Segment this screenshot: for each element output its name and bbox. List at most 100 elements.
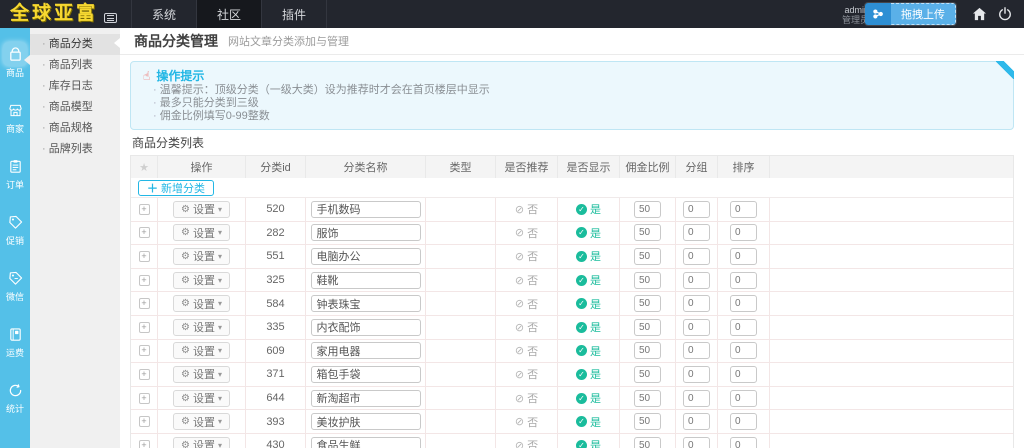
submenu-item-goods-model[interactable]: 商品模型 <box>30 97 120 118</box>
not-recommended-icon[interactable]: ⊘ <box>515 439 524 448</box>
not-recommended-icon[interactable]: ⊘ <box>515 392 524 405</box>
sort-input[interactable] <box>730 295 757 313</box>
settings-dropdown-button[interactable]: ⚙ 设置 ▾ <box>173 365 230 383</box>
sort-input[interactable] <box>730 389 757 407</box>
not-recommended-icon[interactable]: ⊘ <box>515 368 524 381</box>
commission-input[interactable] <box>634 389 661 407</box>
sidebar-item-merchants[interactable]: 商家 <box>0 88 30 144</box>
home-icon[interactable] <box>966 0 992 28</box>
sort-input[interactable] <box>730 200 757 218</box>
visible-check-icon[interactable]: ✓ <box>576 203 587 215</box>
submenu-item-category[interactable]: 商品分类 <box>30 34 120 55</box>
submenu-item-stock-log[interactable]: 库存日志 <box>30 76 120 97</box>
commission-input[interactable] <box>634 413 661 431</box>
category-name-input[interactable] <box>310 436 421 448</box>
expand-row-button[interactable]: + <box>138 345 150 357</box>
nav-item-plugins[interactable]: 插件 <box>261 0 328 28</box>
settings-dropdown-button[interactable]: ⚙ 设置 ▾ <box>173 342 230 360</box>
not-recommended-icon[interactable]: ⊘ <box>515 274 524 287</box>
nav-item-system[interactable]: 系统 <box>131 0 196 28</box>
settings-dropdown-button[interactable]: ⚙ 设置 ▾ <box>173 224 230 242</box>
category-name-input[interactable] <box>310 318 421 336</box>
commission-input[interactable] <box>634 436 661 448</box>
sidebar-item-statistics[interactable]: 统计 <box>0 368 30 424</box>
sort-input[interactable] <box>730 318 757 336</box>
sort-input[interactable] <box>730 224 757 242</box>
not-recommended-icon[interactable]: ⊘ <box>515 344 524 357</box>
visible-check-icon[interactable]: ✓ <box>576 368 587 380</box>
settings-dropdown-button[interactable]: ⚙ 设置 ▾ <box>173 295 230 313</box>
commission-input[interactable] <box>634 295 661 313</box>
visible-check-icon[interactable]: ✓ <box>576 298 587 310</box>
group-input[interactable] <box>683 365 710 383</box>
power-icon[interactable] <box>992 0 1018 28</box>
visible-check-icon[interactable]: ✓ <box>576 250 587 262</box>
expand-row-button[interactable]: + <box>138 250 150 262</box>
category-name-input[interactable] <box>310 342 421 360</box>
submenu-item-goods-list[interactable]: 商品列表 <box>30 55 120 76</box>
submenu-item-brand-list[interactable]: 品牌列表 <box>30 139 120 160</box>
not-recommended-icon[interactable]: ⊘ <box>515 250 524 263</box>
commission-input[interactable] <box>634 224 661 242</box>
category-name-input[interactable] <box>310 271 421 289</box>
group-input[interactable] <box>683 389 710 407</box>
expand-row-button[interactable]: + <box>138 203 150 215</box>
not-recommended-icon[interactable]: ⊘ <box>515 415 524 428</box>
visible-check-icon[interactable]: ✓ <box>576 227 587 239</box>
nav-item-community[interactable]: 社区 <box>196 0 262 28</box>
group-input[interactable] <box>683 247 710 265</box>
commission-input[interactable] <box>634 247 661 265</box>
expand-row-button[interactable]: + <box>138 321 150 333</box>
expand-row-button[interactable]: + <box>138 298 150 310</box>
visible-check-icon[interactable]: ✓ <box>576 274 587 286</box>
menu-toggle-icon[interactable] <box>104 13 118 23</box>
not-recommended-icon[interactable]: ⊘ <box>515 226 524 239</box>
sort-input[interactable] <box>730 247 757 265</box>
visible-check-icon[interactable]: ✓ <box>576 321 587 333</box>
expand-row-button[interactable]: + <box>138 227 150 239</box>
category-name-input[interactable] <box>310 200 421 218</box>
settings-dropdown-button[interactable]: ⚙ 设置 ▾ <box>173 413 230 431</box>
category-name-input[interactable] <box>310 365 421 383</box>
sidebar-item-orders[interactable]: 订单 <box>0 144 30 200</box>
settings-dropdown-button[interactable]: ⚙ 设置 ▾ <box>173 318 230 336</box>
sort-input[interactable] <box>730 436 757 448</box>
commission-input[interactable] <box>634 200 661 218</box>
settings-dropdown-button[interactable]: ⚙ 设置 ▾ <box>173 247 230 265</box>
not-recommended-icon[interactable]: ⊘ <box>515 203 524 216</box>
group-input[interactable] <box>683 413 710 431</box>
not-recommended-icon[interactable]: ⊘ <box>515 297 524 310</box>
sort-input[interactable] <box>730 365 757 383</box>
expand-row-button[interactable]: + <box>138 416 150 428</box>
sidebar-item-wechat[interactable]: 微信 <box>0 256 30 312</box>
visible-check-icon[interactable]: ✓ <box>576 416 587 428</box>
group-input[interactable] <box>683 224 710 242</box>
sidebar-item-shipping[interactable]: 运费 <box>0 312 30 368</box>
commission-input[interactable] <box>634 271 661 289</box>
settings-dropdown-button[interactable]: ⚙ 设置 ▾ <box>173 200 230 218</box>
commission-input[interactable] <box>634 342 661 360</box>
settings-dropdown-button[interactable]: ⚙ 设置 ▾ <box>173 436 230 448</box>
commission-input[interactable] <box>634 318 661 336</box>
group-input[interactable] <box>683 436 710 448</box>
expand-row-button[interactable]: + <box>138 392 150 404</box>
visible-check-icon[interactable]: ✓ <box>576 345 587 357</box>
settings-dropdown-button[interactable]: ⚙ 设置 ▾ <box>173 271 230 289</box>
settings-dropdown-button[interactable]: ⚙ 设置 ▾ <box>173 389 230 407</box>
visible-check-icon[interactable]: ✓ <box>576 392 587 404</box>
group-input[interactable] <box>683 200 710 218</box>
commission-input[interactable] <box>634 365 661 383</box>
expand-row-button[interactable]: + <box>138 274 150 286</box>
category-name-input[interactable] <box>310 247 421 265</box>
submenu-item-goods-spec[interactable]: 商品规格 <box>30 118 120 139</box>
group-input[interactable] <box>683 295 710 313</box>
group-input[interactable] <box>683 342 710 360</box>
category-name-input[interactable] <box>310 224 421 242</box>
not-recommended-icon[interactable]: ⊘ <box>515 321 524 334</box>
expand-row-button[interactable]: + <box>138 368 150 380</box>
drag-upload-button[interactable]: 拖拽上传 <box>865 3 956 25</box>
sidebar-item-promotions[interactable]: 促销 <box>0 200 30 256</box>
category-name-input[interactable] <box>310 295 421 313</box>
category-name-input[interactable] <box>310 389 421 407</box>
group-input[interactable] <box>683 318 710 336</box>
